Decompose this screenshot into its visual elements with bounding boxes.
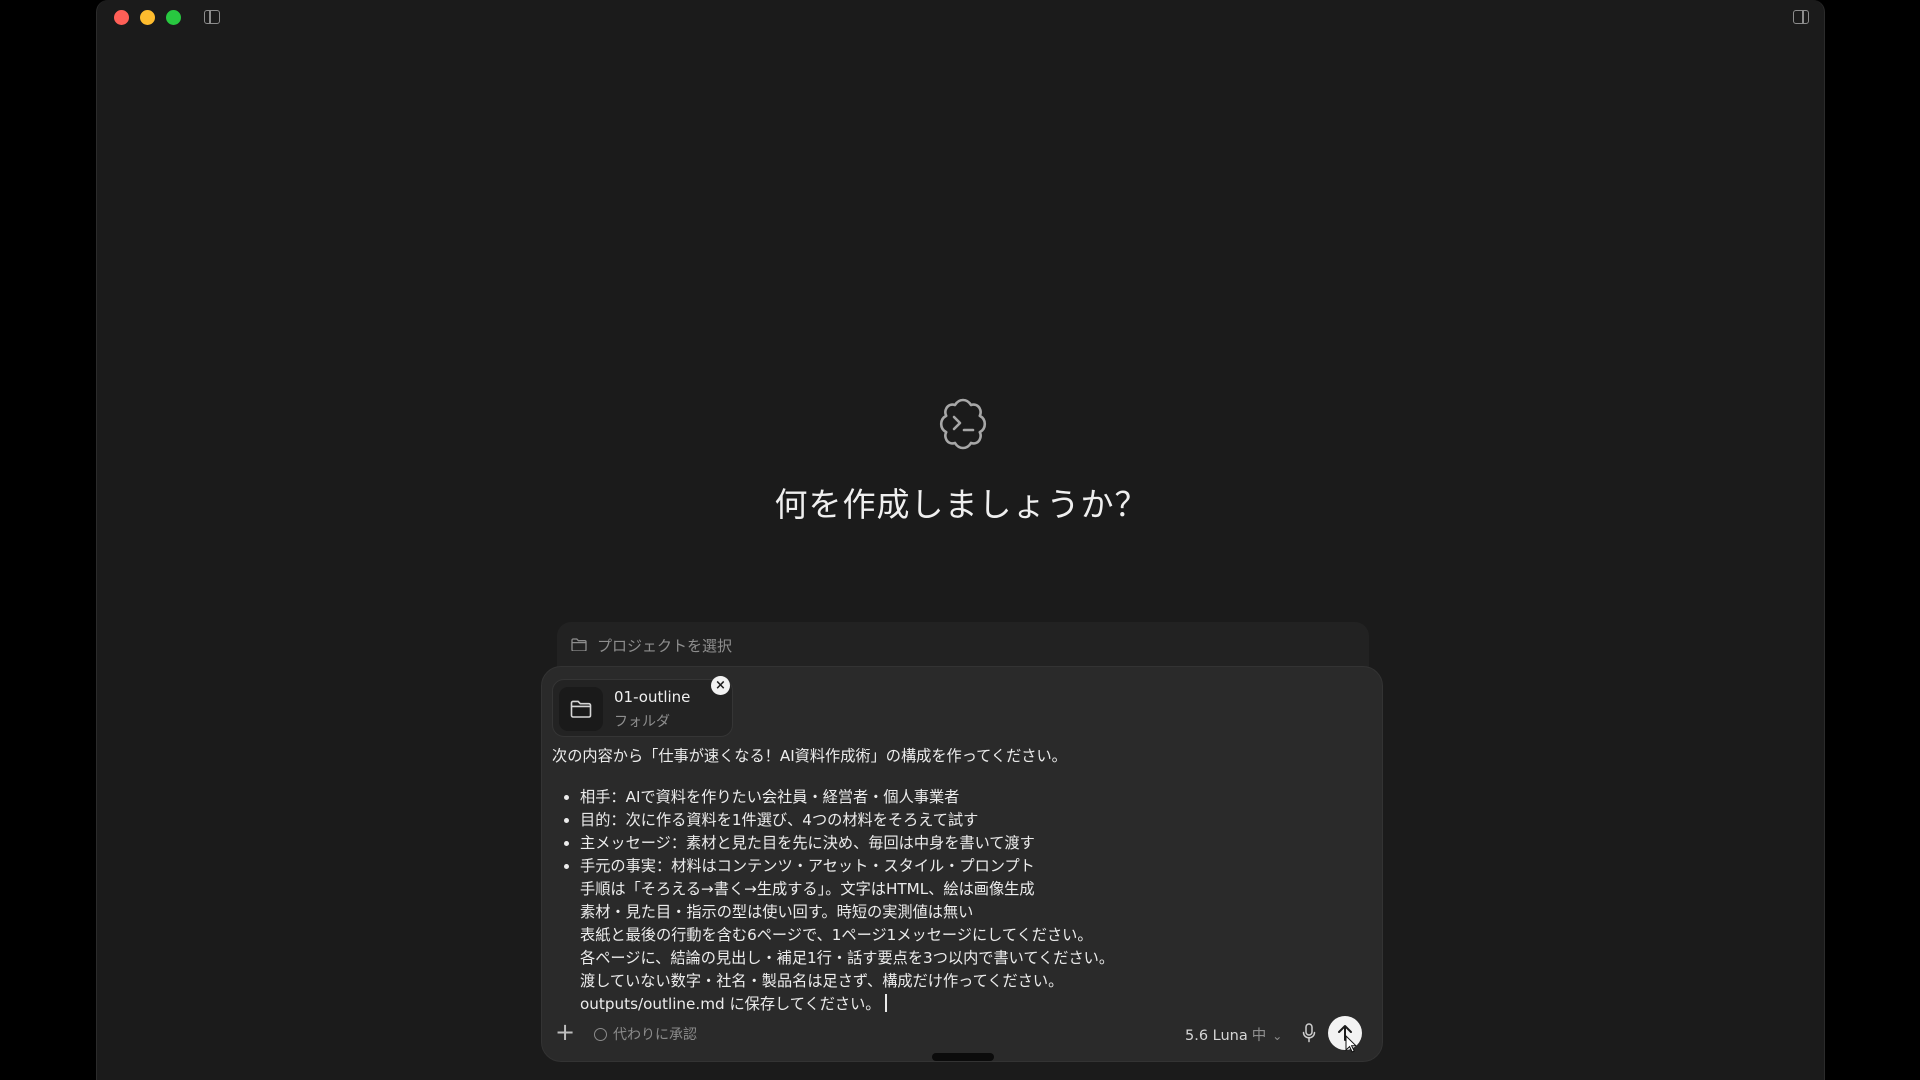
mouse-cursor-icon: [1345, 1035, 1357, 1053]
prompt-line: 素材・見た目・指示の型は使い回す。時短の実測値は無い: [580, 903, 974, 921]
folder-icon: [570, 700, 592, 718]
page-title: 何を作成しましょうか？: [774, 485, 1149, 524]
plus-icon[interactable]: +: [554, 1019, 576, 1047]
panel-toggle-icon[interactable]: [1793, 10, 1809, 24]
window-maximize-button[interactable]: [166, 10, 181, 25]
prompt-intro: 次の内容から「仕事が速くなる！AI資料作成術」の構成を作ってください。: [552, 747, 1067, 765]
prompt-bullet-list: 相手：AIで資料を作りたい会社員・経営者・個人事業者 目的：次に作る資料を1件選…: [552, 786, 1372, 878]
prompt-line: 各ページに、結論の見出し・補足1行・話す要点を3つ以内で書いてください。: [580, 949, 1115, 967]
effort-label: 中: [1251, 1028, 1267, 1044]
model-selector[interactable]: 5.6 Luna 中 ⌄: [1185, 1024, 1282, 1045]
model-label: 5.6 Luna: [1185, 1028, 1248, 1044]
title-bar: [97, 0, 1824, 36]
attachment-type: フォルダ: [614, 714, 670, 730]
prompt-line: outputs/outline.md に保存してください。: [580, 995, 881, 1013]
prompt-composer[interactable]: 01-outline フォルダ × 次の内容から「仕事が速くなる！AI資料作成術…: [541, 666, 1383, 1062]
prompt-input[interactable]: 次の内容から「仕事が速くなる！AI資料作成術」の構成を作ってください。 相手：A…: [552, 745, 1372, 1016]
resize-handle[interactable]: [932, 1053, 994, 1061]
app-window: 何を作成しましょうか？ プロジェクトを選択 01-outline フォルダ × …: [96, 0, 1825, 1080]
terminal-cloud-icon: [939, 398, 987, 450]
approve-label: 代わりに承認: [613, 1027, 697, 1043]
prompt-last-line: outputs/outline.md に保存してください。: [552, 993, 1372, 1016]
attachment-icon-box: [559, 687, 603, 731]
composer-toolbar: + 代わりに承認 5.6 Luna 中 ⌄: [542, 1015, 1382, 1053]
attachment-name: 01-outline: [614, 688, 691, 706]
prompt-bullet: 相手：AIで資料を作りたい会社員・経営者・個人事業者: [580, 786, 1372, 809]
microphone-icon[interactable]: [1302, 1023, 1316, 1043]
prompt-bullet: 目的：次に作る資料を1件選び、4つの材料をそろえて試す: [580, 809, 1372, 832]
folder-icon: [571, 638, 587, 651]
shield-icon: [594, 1028, 607, 1041]
chevron-down-icon: ⌄: [1272, 1029, 1283, 1043]
prompt-line: 渡していない数字・社名・製品名は足さず、構成だけ作ってください。: [580, 972, 1064, 990]
project-selector-label: プロジェクトを選択: [597, 637, 733, 655]
window-minimize-button[interactable]: [140, 10, 155, 25]
prompt-bullet: 手元の事実：材料はコンテンツ・アセット・スタイル・プロンプト: [580, 855, 1372, 878]
prompt-bullet: 主メッセージ：素材と見た目を先に決め、毎回は中身を書いて渡す: [580, 832, 1372, 855]
sidebar-toggle-icon[interactable]: [204, 10, 220, 24]
close-icon[interactable]: ×: [711, 676, 730, 695]
prompt-line: 手順は「そろえる→書く→生成する」。文字はHTML、絵は画像生成: [580, 880, 1035, 898]
attachment-card[interactable]: 01-outline フォルダ ×: [552, 676, 733, 737]
window-close-button[interactable]: [114, 10, 129, 25]
prompt-line: 表紙と最後の行動を含む6ページで、1ページ1メッセージにしてください。: [580, 926, 1093, 944]
approve-toggle[interactable]: 代わりに承認: [594, 1024, 697, 1044]
text-caret: [885, 994, 887, 1012]
